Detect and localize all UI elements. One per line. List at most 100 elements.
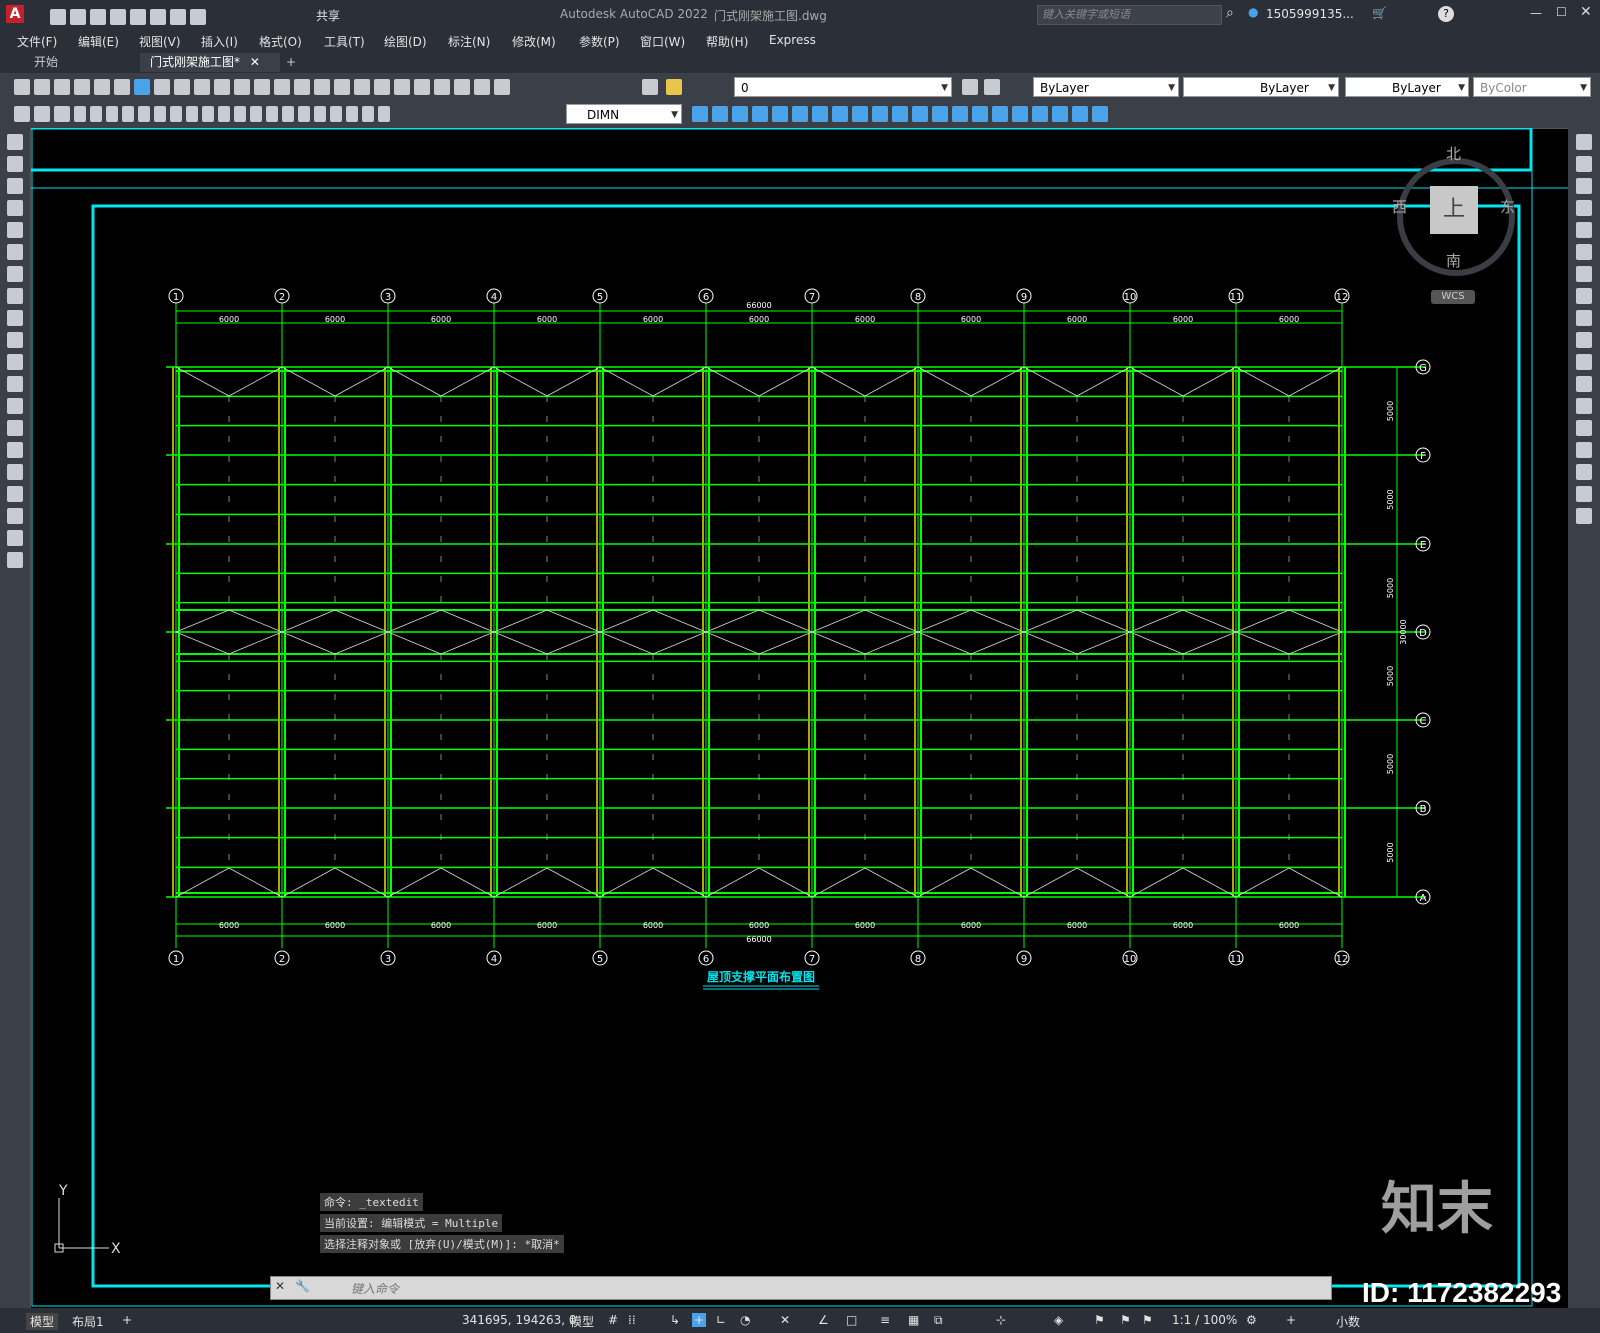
publish-icon[interactable] [114, 79, 130, 95]
chamfer-icon[interactable] [1576, 442, 1592, 458]
cart-icon[interactable]: 🛒 [1372, 6, 1387, 20]
help-icon[interactable]: ? [1438, 6, 1454, 22]
annotation-scale-icon[interactable]: ⚑ [1142, 1313, 1153, 1327]
cut-icon[interactable] [154, 79, 170, 95]
make-current-icon[interactable] [962, 79, 978, 95]
zoom-window-icon[interactable] [334, 79, 350, 95]
menu-insert[interactable]: 插入(I) [201, 33, 238, 50]
copy-icon[interactable] [174, 79, 190, 95]
hatch-icon[interactable] [7, 442, 23, 458]
transparency-icon[interactable]: ▦ [908, 1313, 919, 1327]
presspull-icon[interactable] [892, 106, 908, 122]
wcs-menu[interactable]: WCS [1431, 290, 1475, 304]
continue-icon[interactable] [234, 106, 246, 122]
menu-express[interactable]: Express [769, 33, 816, 47]
copy-object-icon[interactable] [1576, 156, 1592, 172]
calculator-icon[interactable] [474, 79, 490, 95]
arc-icon[interactable] [7, 244, 23, 260]
pan-icon[interactable] [294, 79, 310, 95]
cylinder-icon[interactable] [772, 106, 788, 122]
region-icon[interactable] [7, 486, 23, 502]
jogged-linear-icon[interactable] [330, 106, 342, 122]
redo-icon[interactable] [274, 79, 290, 95]
units-value[interactable]: 小数 [1336, 1313, 1360, 1330]
linear-dim-icon[interactable] [74, 106, 86, 122]
isodraft-icon[interactable]: ✕ [780, 1313, 790, 1327]
object-snap-icon[interactable]: □ [846, 1313, 857, 1327]
color-dropdown[interactable]: ByLayer ▼ [1033, 77, 1179, 97]
menu-parametric[interactable]: 参数(P) [579, 33, 620, 50]
rotate-icon[interactable] [1576, 266, 1592, 282]
user-name[interactable]: 1505999135... [1266, 7, 1354, 21]
block-editor-icon[interactable] [234, 79, 250, 95]
ellipse-icon[interactable] [7, 332, 23, 348]
scale-icon[interactable] [1576, 288, 1592, 304]
polyline-icon[interactable] [7, 178, 23, 194]
dim-edit-icon[interactable] [346, 106, 358, 122]
viewcube-top-face[interactable]: 上 [1430, 186, 1478, 234]
save-icon[interactable] [90, 9, 106, 25]
3d-dwf-icon[interactable] [134, 79, 150, 95]
rectangle-icon[interactable] [7, 222, 23, 238]
baseline-icon[interactable] [218, 106, 230, 122]
app-logo-icon[interactable]: A [6, 5, 24, 23]
mtext-icon[interactable] [7, 530, 23, 546]
tab-start[interactable]: 开始 [24, 53, 68, 72]
command-customize-icon[interactable]: 🔧 [295, 1279, 310, 1293]
array-icon[interactable] [1576, 222, 1592, 238]
ordinate-icon[interactable] [122, 106, 134, 122]
annotate-plus-icon[interactable]: + [1286, 1313, 1296, 1327]
3d-rotate-icon[interactable] [1052, 106, 1068, 122]
viewcube-south[interactable]: 南 [1446, 250, 1461, 271]
viewcube-north[interactable]: 北 [1446, 143, 1461, 164]
spline-icon[interactable] [7, 310, 23, 326]
offset-icon[interactable] [1576, 200, 1592, 216]
cone-icon[interactable] [732, 106, 748, 122]
3d-align-icon[interactable] [1072, 106, 1088, 122]
aligned-dim-icon[interactable] [90, 106, 102, 122]
tab-layout1[interactable]: 布局1 [72, 1313, 104, 1330]
grid-icon[interactable]: # [608, 1313, 618, 1327]
wedge-icon[interactable] [712, 106, 728, 122]
torus-icon[interactable] [792, 106, 808, 122]
dynamic-input-icon[interactable]: + [692, 1313, 707, 1327]
camera-icon[interactable] [34, 106, 50, 122]
coordinates-readout[interactable]: 341695, 194263, 0 [462, 1313, 577, 1327]
menu-edit[interactable]: 编辑(E) [78, 33, 119, 50]
gradient-icon[interactable] [7, 464, 23, 480]
zoom-realtime-icon[interactable] [314, 79, 330, 95]
insert-block-icon[interactable] [7, 376, 23, 392]
preview-icon[interactable] [94, 79, 110, 95]
extrude-icon[interactable] [872, 106, 888, 122]
share-button[interactable]: 共享 [316, 7, 340, 24]
dimstyle-dropdown[interactable]: DIMN ▼ [566, 104, 682, 124]
new-icon[interactable] [50, 9, 66, 25]
3d-array-icon[interactable] [1092, 106, 1108, 122]
add-tab-button[interactable]: + [276, 53, 306, 72]
lineweight-icon[interactable]: ≡ [880, 1313, 890, 1327]
mirror-icon[interactable] [1576, 178, 1592, 194]
center-mark-icon[interactable] [298, 106, 310, 122]
viewcube-west[interactable]: 西 [1392, 196, 1407, 217]
pyramid-icon[interactable] [812, 106, 828, 122]
diameter-icon[interactable] [170, 106, 182, 122]
annotation-scale-value[interactable]: 1:1 / 100% [1172, 1313, 1237, 1327]
undo-icon[interactable] [254, 79, 270, 95]
box-icon[interactable] [692, 106, 708, 122]
saveas-icon[interactable] [110, 9, 126, 25]
quick-dim-icon[interactable] [202, 106, 214, 122]
table-icon[interactable] [7, 508, 23, 524]
break-at-point-icon[interactable] [1576, 376, 1592, 392]
tolerance-icon[interactable] [282, 106, 294, 122]
view-icon[interactable] [54, 106, 70, 122]
sweep-icon[interactable] [912, 106, 928, 122]
markup-icon[interactable] [454, 79, 470, 95]
auto-scale-icon[interactable]: ⚑ [1120, 1313, 1131, 1327]
menu-modify[interactable]: 修改(M) [512, 33, 556, 50]
publish-icon[interactable] [130, 9, 146, 25]
plot-icon[interactable] [150, 9, 166, 25]
menu-window[interactable]: 窗口(W) [640, 33, 685, 50]
infer-constraints-icon[interactable]: ↳ [670, 1313, 680, 1327]
paste-icon[interactable] [194, 79, 210, 95]
command-close-icon[interactable]: ✕ [275, 1279, 285, 1293]
